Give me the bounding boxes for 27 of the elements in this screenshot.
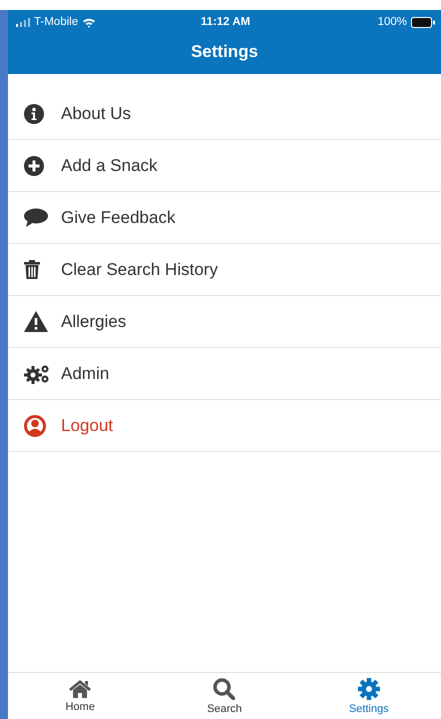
settings-item[interactable]: About Us <box>8 88 441 140</box>
home-icon <box>69 680 92 698</box>
settings-item[interactable]: Admin <box>8 348 441 400</box>
settings-item[interactable]: Clear Search History <box>8 244 441 296</box>
wifi-icon <box>82 16 96 28</box>
info-icon <box>24 104 44 124</box>
tab[interactable]: Search <box>152 673 297 719</box>
settings-icon <box>358 678 380 700</box>
gears-icon <box>24 364 50 384</box>
trash-icon <box>24 260 40 279</box>
search-icon <box>213 678 236 700</box>
settings-item[interactable]: Give Feedback <box>8 192 441 244</box>
settings-item[interactable]: Allergies <box>8 296 441 348</box>
warning-icon <box>24 311 48 332</box>
battery-percentage: 100% <box>378 16 407 28</box>
tab[interactable]: Settings <box>296 673 441 719</box>
battery-icon <box>411 16 435 28</box>
settings-item[interactable]: Add a Snack <box>8 140 441 192</box>
plus-circle-icon <box>24 156 44 176</box>
screen-title: Settings <box>190 41 260 63</box>
tab[interactable]: Home <box>8 673 152 719</box>
settings-item[interactable]: Logout <box>8 400 441 452</box>
signal-icon <box>16 18 30 26</box>
status-time: 11:12 AM <box>200 16 250 28</box>
user-circle-icon <box>24 414 46 436</box>
carrier-name: T-Mobile <box>34 16 78 28</box>
speech-bubble-icon <box>24 208 48 228</box>
